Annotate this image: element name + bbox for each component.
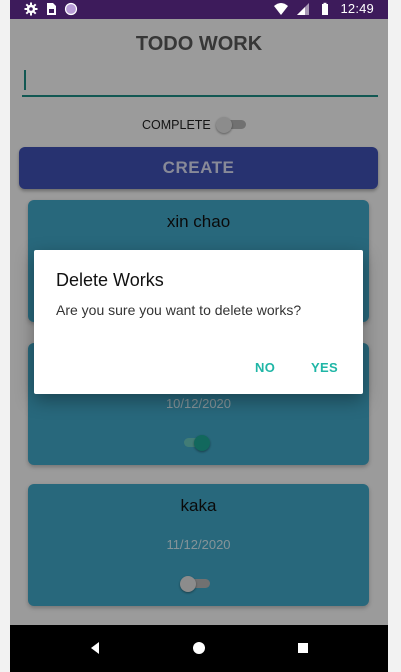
dialog-message: Are you sure you want to delete works? [56,302,302,318]
delete-dialog: Delete Works Are you sure you want to de… [34,250,363,394]
recent-apps-icon[interactable] [296,641,310,655]
battery-icon [322,2,329,15]
status-time: 12:49 [340,1,374,16]
no-button[interactable]: NO [255,360,275,375]
back-icon[interactable] [88,641,102,655]
home-icon[interactable] [192,641,206,655]
circle-icon [64,2,78,16]
phone-screen: 12:49 TODO WORK COMPLETE CREATE xin chao… [10,0,388,672]
sim-card-icon [47,3,56,15]
status-bar: 12:49 [10,0,388,19]
wifi-icon [274,2,289,15]
cell-signal-icon [297,2,310,15]
yes-button[interactable]: YES [311,360,338,375]
dialog-title: Delete Works [56,270,164,290]
settings-icon [24,2,38,16]
navigation-bar [10,625,388,672]
